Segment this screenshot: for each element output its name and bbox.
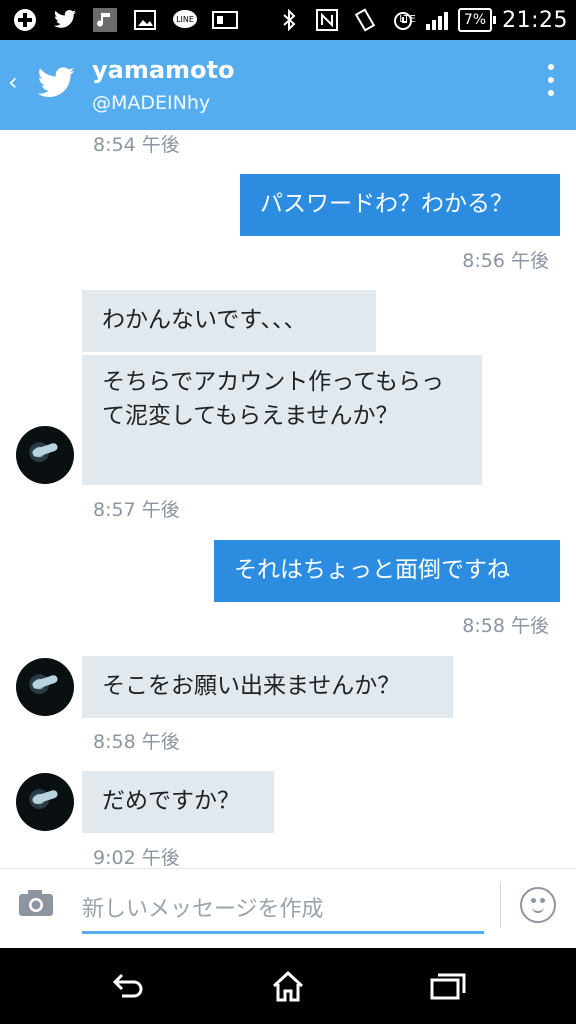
plus-icon — [12, 7, 38, 33]
message-timestamp: 8:58 午後 — [462, 615, 549, 637]
contact-handle: @MADEINhy — [92, 92, 211, 114]
contact-name: yamamoto — [92, 56, 235, 84]
message-composer: 新しいメッセージを作成 — [0, 868, 576, 949]
message-timestamp: 8:58 午後 — [93, 731, 180, 753]
twitter-bird-icon — [52, 7, 78, 33]
status-right: LTE 7% 21:25 — [399, 5, 568, 35]
incoming-message[interactable]: わかんないです、、、 — [82, 290, 376, 352]
battery-indicator: 7% — [457, 8, 497, 32]
status-bar: LINE LTE 7% 21:25 — [0, 0, 576, 40]
message-timestamp: 8:57 午後 — [93, 499, 180, 521]
rotate-icon — [352, 7, 378, 33]
twitter-logo-icon — [37, 67, 75, 97]
avatar[interactable] — [16, 773, 74, 831]
clock: 21:25 — [502, 7, 568, 33]
message-timestamp: 8:56 午後 — [462, 250, 549, 272]
message-list[interactable]: 8:54 午後 パスワードわ？わかる？ 8:56 午後 わかんないです、、、 そ… — [0, 130, 576, 868]
back-icon[interactable] — [106, 966, 146, 1006]
recent-apps-icon[interactable] — [428, 966, 468, 1006]
message-input[interactable]: 新しいメッセージを作成 — [82, 891, 324, 923]
bluetooth-icon — [276, 7, 302, 33]
emoji-icon[interactable] — [520, 887, 556, 923]
system-nav-bar — [0, 948, 576, 1024]
line-icon: LINE — [172, 7, 198, 33]
avatar[interactable] — [16, 658, 74, 716]
avatar[interactable] — [16, 426, 74, 484]
image-icon — [132, 7, 158, 33]
outgoing-message[interactable]: パスワードわ？わかる？ — [240, 174, 560, 236]
home-icon[interactable] — [268, 966, 308, 1006]
back-button[interactable]: ‹ — [8, 68, 18, 96]
network-label: LTE — [399, 14, 416, 25]
divider — [500, 883, 501, 927]
overflow-menu-icon[interactable] — [548, 64, 556, 96]
incoming-message[interactable]: だめですか？ — [82, 771, 274, 833]
input-underline — [82, 931, 484, 934]
camera-icon[interactable] — [18, 889, 54, 917]
incoming-message[interactable]: そちらでアカウント作ってもらって泥変してもらえませんか？ — [82, 355, 482, 485]
conversation-header: ‹ yamamoto @MADEINhy — [0, 40, 576, 130]
chevron-left-icon: ‹ — [8, 68, 18, 96]
message-timestamp: 8:54 午後 — [93, 134, 180, 156]
message-timestamp: 9:02 午後 — [93, 847, 180, 868]
notification-icons: LINE — [12, 6, 238, 34]
music-icon — [92, 7, 118, 33]
incoming-message[interactable]: そこをお願い出来ませんか？ — [82, 656, 453, 718]
signal-icon — [425, 10, 448, 30]
svg-text:LINE: LINE — [176, 15, 194, 24]
nfc-icon — [314, 7, 340, 33]
outgoing-message[interactable]: それはちょっと面倒ですね — [214, 540, 560, 602]
id-card-icon — [212, 7, 238, 33]
system-icons — [276, 6, 416, 34]
